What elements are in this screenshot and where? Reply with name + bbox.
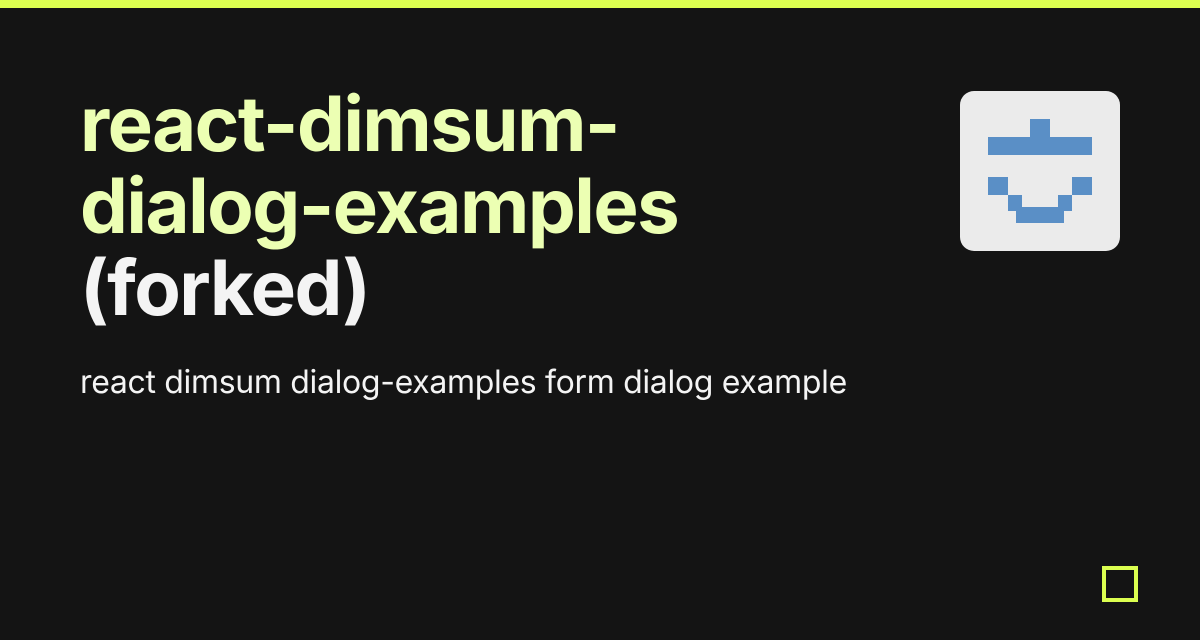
main-content: react-dimsum-dialog-examples (forked) re…: [0, 8, 1200, 403]
accent-top-bar: [0, 0, 1200, 8]
corner-square-icon: [1102, 566, 1138, 602]
text-block: react-dimsum-dialog-examples (forked) re…: [80, 83, 860, 403]
project-title: react-dimsum-dialog-examples (forked): [80, 83, 860, 329]
project-thumbnail-icon: [970, 101, 1110, 241]
project-description: react dimsum dialog-examples form dialog…: [80, 361, 860, 403]
project-name: react-dimsum-dialog-examples: [80, 78, 678, 252]
project-thumbnail: [960, 91, 1120, 251]
project-suffix: (forked): [80, 242, 369, 334]
